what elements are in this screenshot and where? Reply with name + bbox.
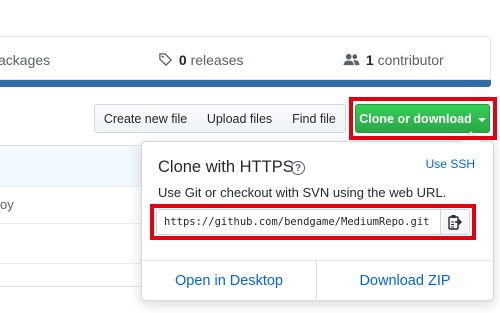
contributors-link[interactable]: 1 contributor — [343, 52, 444, 70]
commit-tease-row — [0, 146, 142, 186]
repo-summary-bar: ackages 0 releases 1 contributor — [0, 36, 491, 80]
contributors-count: 1 — [365, 52, 374, 68]
caret-down-icon — [477, 117, 486, 122]
people-icon — [343, 52, 360, 70]
create-new-file-button[interactable]: Create new file — [94, 104, 197, 133]
upload-files-button[interactable]: Upload files — [196, 104, 284, 133]
clone-or-download-button[interactable]: Clone or download — [355, 104, 490, 133]
open-in-desktop-button[interactable]: Open in Desktop — [142, 261, 316, 301]
download-zip-button[interactable]: Download ZIP — [316, 261, 493, 301]
releases-count: 0 — [178, 52, 187, 68]
file-list: oy — [0, 145, 143, 287]
releases-label: releases — [190, 52, 244, 68]
file-row[interactable] — [0, 263, 142, 288]
tag-icon — [158, 52, 173, 70]
releases-link[interactable]: 0 releases — [158, 52, 244, 70]
file-row[interactable]: oy — [0, 186, 142, 223]
language-bar[interactable] — [0, 80, 491, 87]
clone-description: Use Git or checkout with SVN using the w… — [158, 185, 447, 200]
clone-url-input[interactable] — [156, 209, 441, 235]
file-row[interactable] — [0, 223, 142, 263]
packages-link[interactable]: ackages — [0, 52, 50, 68]
popover-arrow — [461, 131, 481, 151]
clone-popover-footer: Open in Desktop Download ZIP — [142, 260, 493, 301]
use-ssh-link[interactable]: Use SSH — [426, 157, 475, 171]
question-circle-icon[interactable]: ? — [291, 161, 305, 175]
contributors-label: contributor — [377, 52, 444, 68]
clone-button-label: Clone or download — [359, 111, 472, 126]
find-file-button[interactable]: Find file — [283, 104, 346, 133]
packages-label: ackages — [0, 52, 51, 68]
file-name-fragment: oy — [0, 197, 14, 212]
clone-popover-title: Clone with HTTPS — [158, 158, 294, 176]
clipboard-icon — [448, 214, 462, 230]
clone-popover: Clone with HTTPS ? Use SSH Use Git or ch… — [141, 131, 494, 301]
copy-url-button[interactable] — [440, 209, 470, 235]
